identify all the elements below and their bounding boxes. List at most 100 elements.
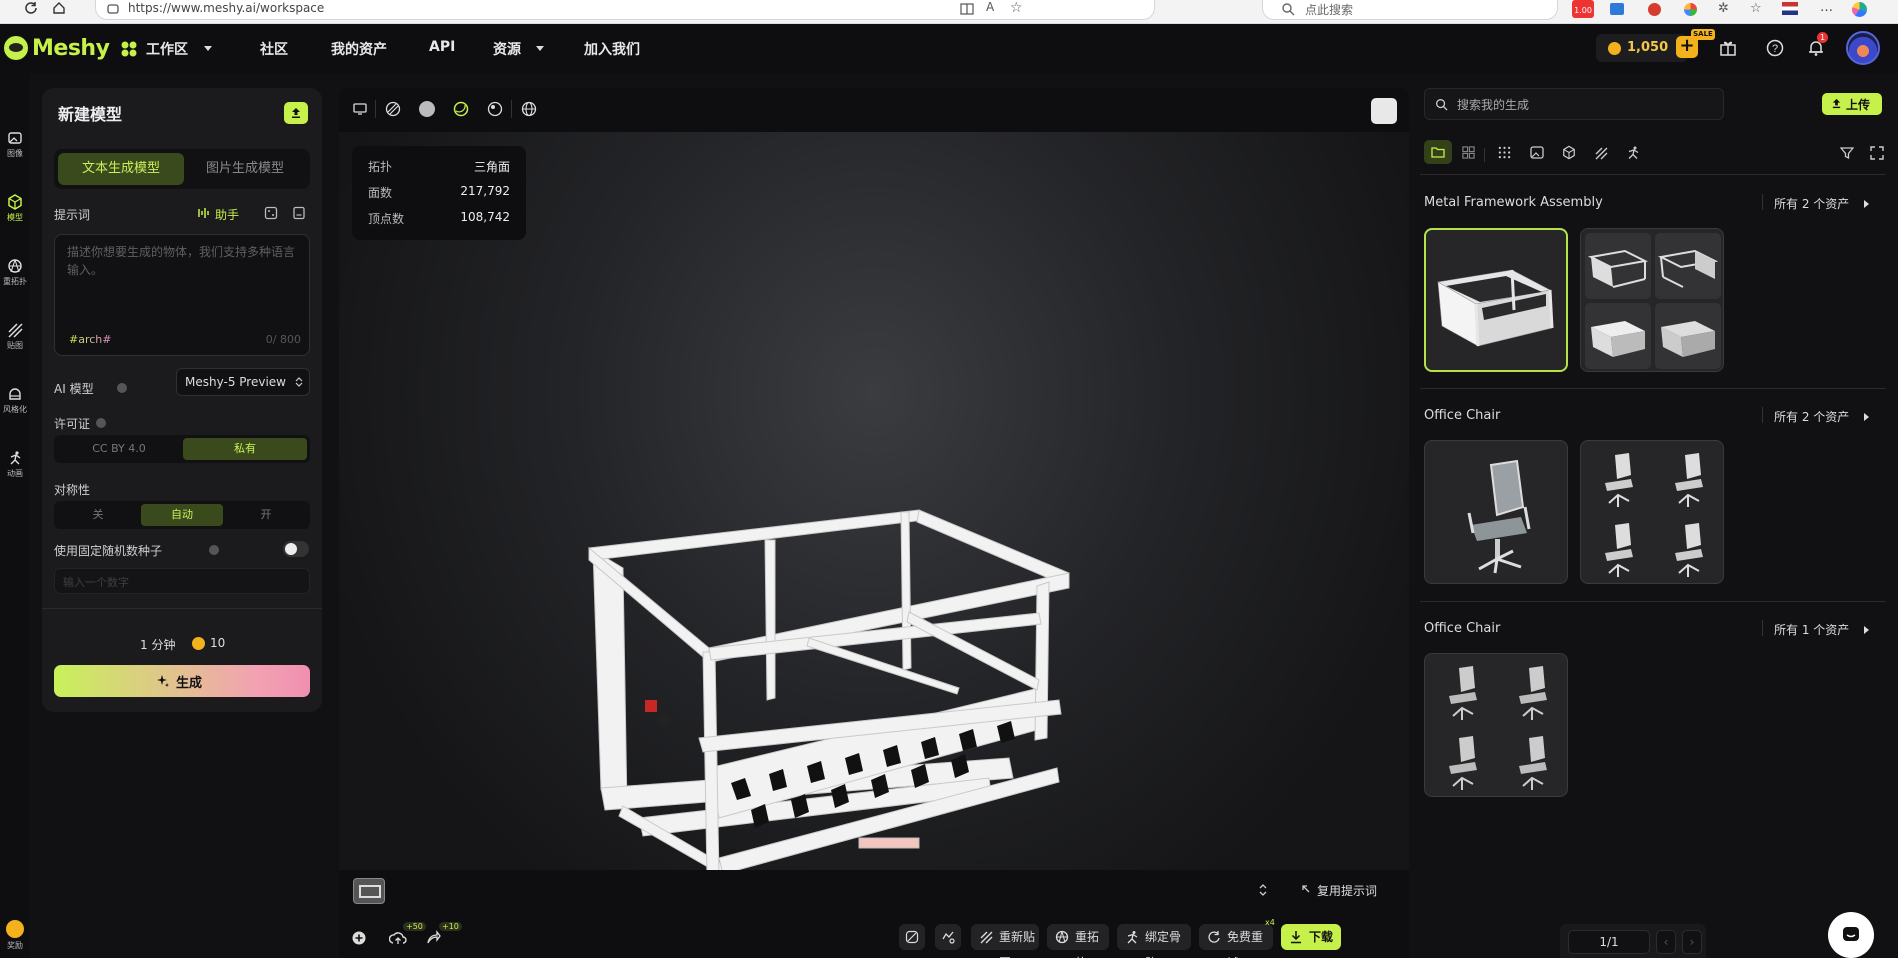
group-view-all-link[interactable]: 所有 1 个资产 xyxy=(1774,621,1849,638)
prompt-textarea[interactable]: 描述你想要生成的物体，我们支持多种语言输入。 #arch# 0/ 800 xyxy=(54,234,310,356)
workspace-chevron-down-icon[interactable] xyxy=(204,46,212,51)
upload-prompt-button[interactable] xyxy=(284,102,308,124)
chat-support-button[interactable] xyxy=(1828,912,1874,958)
nav-resources[interactable]: 资源 xyxy=(493,39,521,59)
prompt-history-icon[interactable] xyxy=(292,206,306,220)
meshy-logo-icon[interactable] xyxy=(4,36,28,60)
rail-item-texture[interactable]: 贴图 xyxy=(0,322,30,351)
variant-thumbnail[interactable] xyxy=(1499,658,1565,724)
asset-card-chair-variants[interactable] xyxy=(1424,653,1568,797)
monitor-icon[interactable] xyxy=(353,103,367,115)
retexture-button[interactable]: 重新贴图 xyxy=(971,924,1039,958)
filter-texture-icon[interactable] xyxy=(1594,146,1608,160)
variant-thumbnail[interactable] xyxy=(1655,445,1721,511)
fixed-seed-toggle[interactable] xyxy=(283,541,309,557)
textured-shading-icon[interactable] xyxy=(453,101,469,117)
wireframe-shading-icon[interactable] xyxy=(385,101,401,117)
filter-model-cube-icon[interactable] xyxy=(1562,145,1576,160)
rail-item-retopology[interactable]: 重拓扑 xyxy=(0,258,30,287)
prev-page-button[interactable]: ‹ xyxy=(1656,930,1676,954)
help-icon[interactable]: ? xyxy=(1766,39,1784,57)
extension-red-icon[interactable] xyxy=(1648,3,1661,16)
publish-cloud-icon[interactable] xyxy=(389,930,407,946)
tab-image-to-model[interactable]: 图片生成模型 xyxy=(184,153,306,185)
chevron-right-icon[interactable] xyxy=(1864,626,1869,634)
group-view-all-link[interactable]: 所有 2 个资产 xyxy=(1774,195,1849,212)
symmetry-option-on[interactable]: 开 xyxy=(225,504,307,526)
expand-updown-icon[interactable] xyxy=(1259,884,1267,896)
address-bar[interactable]: https://www.meshy.ai/workspace A ☆ xyxy=(95,0,1155,20)
variant-thumbnail[interactable] xyxy=(1429,728,1495,794)
asset-card-frame[interactable] xyxy=(1424,228,1568,372)
rail-item-rewards[interactable]: 奖励 xyxy=(0,920,30,951)
extension-translate-icon[interactable] xyxy=(1610,3,1624,15)
solid-shading-icon[interactable] xyxy=(419,101,435,117)
group-view-all-link[interactable]: 所有 2 个资产 xyxy=(1774,408,1849,425)
rig-button[interactable]: 绑定骨骼 xyxy=(1117,924,1191,958)
model-thumbnail[interactable] xyxy=(353,878,385,904)
filter-grid-icon[interactable] xyxy=(1462,146,1475,159)
asset-card-variants[interactable] xyxy=(1580,228,1724,372)
favorites-icon[interactable]: ☆ xyxy=(1750,1,1762,16)
generation-search-input[interactable]: 搜索我的生成 xyxy=(1424,88,1724,120)
license-info-icon[interactable] xyxy=(96,418,106,428)
filter-all-dots-icon[interactable] xyxy=(1498,146,1511,159)
rail-item-animate[interactable]: 动画 xyxy=(0,450,30,479)
free-retry-button[interactable]: 免费重试 xyxy=(1199,924,1273,958)
symmetry-option-auto[interactable]: 自动 xyxy=(141,504,223,526)
variant-thumbnail[interactable] xyxy=(1585,445,1651,511)
nav-community[interactable]: 社区 xyxy=(260,39,288,59)
prompt-template-icon[interactable] xyxy=(264,206,278,220)
chevron-right-icon[interactable] xyxy=(1864,413,1869,421)
variant-thumbnail[interactable] xyxy=(1655,303,1721,369)
user-avatar[interactable] xyxy=(1846,31,1880,65)
asset-card-chair-variants[interactable] xyxy=(1580,440,1724,584)
reload-icon[interactable] xyxy=(24,1,38,15)
filter-funnel-icon[interactable] xyxy=(1840,146,1854,160)
favorite-star-icon[interactable]: ☆ xyxy=(1010,0,1023,16)
nav-api[interactable]: API xyxy=(429,39,455,55)
nav-workspace[interactable]: 工作区 xyxy=(146,39,188,59)
download-button[interactable]: 下载 xyxy=(1281,924,1341,950)
variant-thumbnail[interactable] xyxy=(1585,515,1651,581)
logo-text[interactable]: Meshy xyxy=(32,36,110,61)
prompt-tag[interactable]: #arch# xyxy=(69,333,111,346)
more-options-icon[interactable]: … xyxy=(1820,0,1833,15)
filter-folder-button[interactable] xyxy=(1424,140,1452,164)
rail-item-stylize[interactable]: 风格化 xyxy=(0,386,30,415)
asset-card-chair[interactable] xyxy=(1424,440,1568,584)
license-option-cc[interactable]: CC BY 4.0 xyxy=(57,438,181,460)
nav-join-us[interactable]: 加入我们 xyxy=(584,39,640,59)
tab-text-to-model[interactable]: 文本生成模型 xyxy=(58,153,184,185)
symmetry-option-off[interactable]: 关 xyxy=(57,504,139,526)
rail-item-image[interactable]: 图像 xyxy=(0,130,30,159)
resources-chevron-down-icon[interactable] xyxy=(536,46,544,51)
seed-info-icon[interactable] xyxy=(209,545,219,555)
remesh-button[interactable]: 重拓扑 xyxy=(1047,924,1109,958)
seed-input[interactable]: 输入一个数字 xyxy=(54,568,310,594)
ai-model-select[interactable]: Meshy-5 Preview xyxy=(176,368,310,396)
filter-animation-icon[interactable] xyxy=(1626,145,1640,160)
fullscreen-icon[interactable] xyxy=(1870,146,1884,160)
assistant-button[interactable]: 助手 xyxy=(215,206,239,223)
filter-image-icon[interactable] xyxy=(1530,146,1544,159)
add-circle-icon[interactable] xyxy=(351,930,367,946)
chevron-right-icon[interactable] xyxy=(1864,200,1869,208)
variant-thumbnail[interactable] xyxy=(1585,233,1651,299)
nav-my-assets[interactable]: 我的资产 xyxy=(331,39,387,59)
license-option-private[interactable]: 私有 xyxy=(183,438,307,460)
feedback-button[interactable] xyxy=(935,924,961,950)
reuse-prompt-button[interactable]: 复用提示词 xyxy=(1317,882,1377,899)
next-page-button[interactable]: › xyxy=(1682,930,1702,954)
extension-price-icon[interactable]: 1.00 xyxy=(1572,0,1594,18)
home-icon[interactable] xyxy=(52,1,66,15)
model-viewer[interactable]: 拓扑 三角面 面数 217,792 顶点数 108,742 复用提示词 +50 … xyxy=(339,88,1409,958)
variant-thumbnail[interactable] xyxy=(1499,728,1565,794)
variant-thumbnail[interactable] xyxy=(1655,233,1721,299)
rail-item-model[interactable]: 模型 xyxy=(0,194,30,223)
split-screen-icon[interactable] xyxy=(960,2,974,16)
generate-button[interactable]: 生成 xyxy=(54,665,310,697)
gift-icon[interactable] xyxy=(1719,39,1737,57)
pbr-shading-icon[interactable] xyxy=(487,101,503,117)
variant-thumbnail[interactable] xyxy=(1429,658,1495,724)
